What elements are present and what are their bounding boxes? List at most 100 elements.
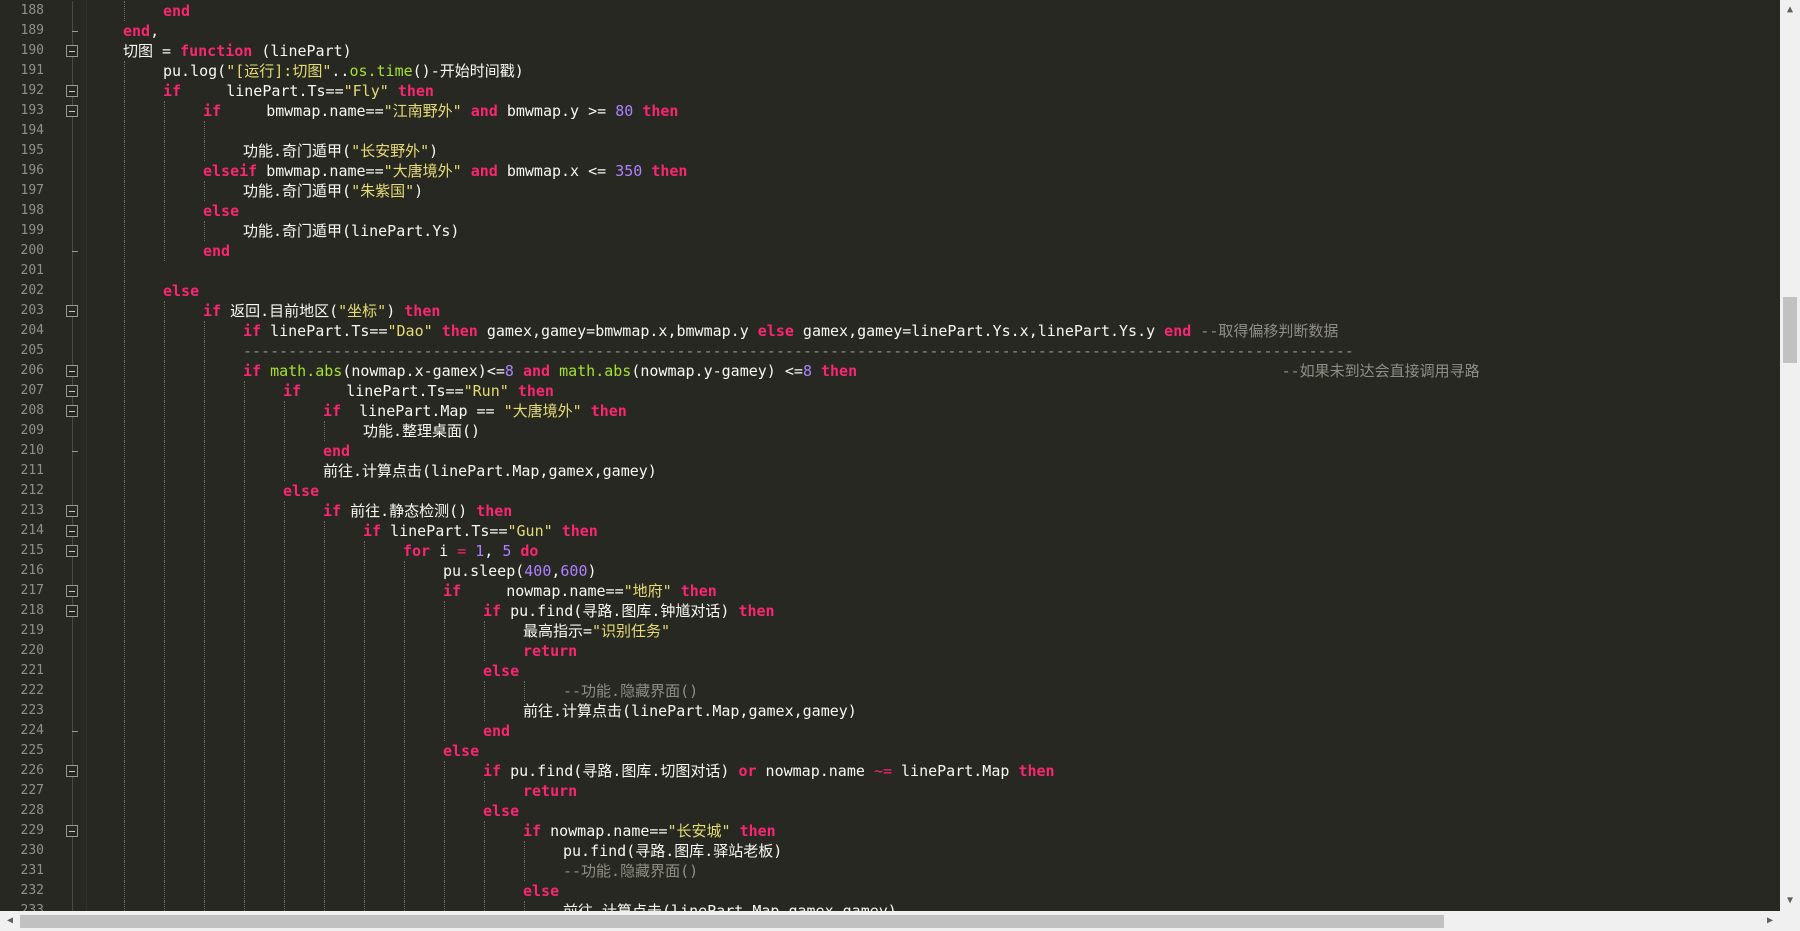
indent-guide [124, 481, 125, 501]
indent-guide [284, 401, 285, 421]
fold-toggle-icon[interactable] [66, 365, 78, 377]
keyword-token: then [441, 322, 478, 340]
code-line[interactable]: for i = 1, 5 do [403, 541, 538, 561]
code-line[interactable]: if linePart.Ts=="Fly" then [163, 81, 434, 101]
code-line[interactable]: end [483, 721, 510, 741]
vertical-scrollbar[interactable]: ▲ ▼ [1780, 0, 1800, 911]
indent-guide [124, 661, 125, 681]
vertical-scroll-thumb[interactable] [1783, 297, 1797, 363]
code-line[interactable]: if math.abs(nowmap.x-gamex)<=8 and math.… [243, 361, 1480, 381]
code-line[interactable]: --功能.隐藏界面() [563, 681, 698, 701]
fold-toggle-icon[interactable] [66, 585, 78, 597]
code-line[interactable]: --功能.隐藏界面() [563, 861, 698, 881]
fold-toggle-icon[interactable] [66, 45, 78, 57]
horizontal-scrollbar[interactable]: ◀ ▶ [0, 911, 1780, 931]
indent-guide [364, 881, 365, 901]
code-line[interactable]: ----------------------------------------… [243, 341, 1354, 361]
indent-guide [124, 721, 125, 741]
scroll-down-icon[interactable]: ▼ [1780, 891, 1800, 911]
fold-toggle-icon[interactable] [66, 545, 78, 557]
code-line[interactable]: if 返回.目前地区("坐标") then [203, 301, 440, 321]
code-line[interactable]: 切图 = function (linePart) [123, 41, 352, 61]
code-line[interactable]: 前往.计算点击(linePart.Map,gamex,gamey) [523, 701, 857, 721]
code-line[interactable]: end [323, 441, 350, 461]
code-line[interactable]: else [483, 661, 519, 681]
code-line[interactable]: else [443, 741, 479, 761]
code-line[interactable]: end [203, 241, 230, 261]
code-line[interactable]: 功能.奇门遁甲("朱紫国") [243, 181, 423, 201]
code-line[interactable]: if pu.find(寻路.图库.钟馗对话) then [483, 601, 775, 621]
indent-guide [164, 841, 165, 861]
code-line[interactable]: if linePart.Map == "大唐境外" then [323, 401, 627, 421]
code-line[interactable]: if nowmap.name=="地府" then [443, 581, 717, 601]
code-line[interactable]: 最高指示="识别任务" [523, 621, 670, 641]
keyword-token: then [680, 582, 717, 600]
code-line[interactable]: else [523, 881, 559, 901]
code-editor[interactable]: 188 189 190 191 192 193 194 195 196 197 198 199 200 2… [0, 0, 1780, 911]
code-line[interactable]: 功能.整理桌面() [363, 421, 480, 441]
indent-guide [324, 741, 325, 761]
indent-guide [124, 861, 125, 881]
indent-guide [444, 821, 445, 841]
code-line[interactable]: pu.log("[运行]:切图"..os.time()-开始时间戳) [163, 61, 524, 81]
fold-toggle-icon[interactable] [66, 525, 78, 537]
indent-guide [324, 421, 325, 441]
code-line[interactable]: else [203, 201, 239, 221]
string-token: "大唐境外" [503, 402, 582, 420]
code-line[interactable]: return [523, 641, 577, 661]
code-line[interactable]: 前往.计算点击(linePart.Map,gamex,gamey) [323, 461, 657, 481]
scroll-left-icon[interactable]: ◀ [0, 911, 20, 931]
indent-guide [204, 501, 205, 521]
indent-guide [124, 561, 125, 581]
fold-toggle-icon[interactable] [66, 505, 78, 517]
fold-toggle-icon[interactable] [66, 85, 78, 97]
indent-guide [284, 601, 285, 621]
code-line[interactable]: if linePart.Ts=="Dao" then gamex,gamey=b… [243, 321, 1338, 341]
code-line[interactable]: else [163, 281, 199, 301]
code-line[interactable]: if pu.find(寻路.图库.切图对话) or nowmap.name ~=… [483, 761, 1055, 781]
indent-guide [244, 661, 245, 681]
code-line[interactable]: if nowmap.name=="长安城" then [523, 821, 776, 841]
code-line[interactable]: end, [123, 21, 159, 41]
keyword-token: for [403, 542, 431, 560]
text-token: ) [414, 182, 424, 200]
code-line[interactable]: 功能.奇门遁甲("长安野外") [243, 141, 438, 161]
code-line[interactable]: 前往.计算点击(linePart.Map,gamex,gamey) [563, 901, 897, 911]
fold-toggle-icon[interactable] [66, 765, 78, 777]
string-token: "Dao" [387, 322, 433, 340]
code-line[interactable]: if linePart.Ts=="Gun" then [363, 521, 598, 541]
fold-toggle-icon[interactable] [66, 105, 78, 117]
comment-token: --如果未到达会直接调用寻路 [857, 362, 1480, 380]
text-token: linePart.Map == [341, 402, 504, 420]
indent-guide [204, 881, 205, 901]
keyword-token: end [483, 722, 511, 740]
indent-guide [244, 901, 245, 911]
scroll-right-icon[interactable]: ▶ [1760, 911, 1780, 931]
code-line[interactable]: if 前往.静态检测() then [323, 501, 512, 521]
code-line[interactable]: return [523, 781, 577, 801]
fold-toggle-icon[interactable] [66, 385, 78, 397]
fold-toggle-icon[interactable] [66, 605, 78, 617]
code-line[interactable]: elseif bmwmap.name=="大唐境外" and bmwmap.x … [203, 161, 687, 181]
code-line[interactable]: pu.find(寻路.图库.驿站老板) [563, 841, 782, 861]
code-line[interactable]: 功能.奇门遁甲(linePart.Ys) [243, 221, 459, 241]
indent-guide [164, 761, 165, 781]
fold-toggle-icon[interactable] [66, 305, 78, 317]
scroll-up-icon[interactable]: ▲ [1780, 0, 1800, 20]
indent-guide [164, 661, 165, 681]
code-line[interactable]: pu.sleep(400,600) [443, 561, 597, 581]
code-area[interactable]: end end, 切图 = function (linePart) pu.log("[… [88, 0, 1780, 911]
keyword-token: end [123, 22, 151, 40]
horizontal-scroll-thumb[interactable] [20, 915, 1444, 928]
code-line[interactable]: if linePart.Ts=="Run" then [283, 381, 554, 401]
text-token: 功能.奇门遁甲(linePart.Ys) [243, 222, 460, 240]
fold-toggle-icon[interactable] [66, 405, 78, 417]
indent-guide [204, 461, 205, 481]
code-line[interactable]: else [483, 801, 519, 821]
code-line[interactable]: else [283, 481, 319, 501]
fold-toggle-icon[interactable] [66, 825, 78, 837]
code-line[interactable]: end [163, 1, 190, 21]
code-line[interactable]: if bmwmap.name=="江南野外" and bmwmap.y >= 8… [203, 101, 678, 121]
